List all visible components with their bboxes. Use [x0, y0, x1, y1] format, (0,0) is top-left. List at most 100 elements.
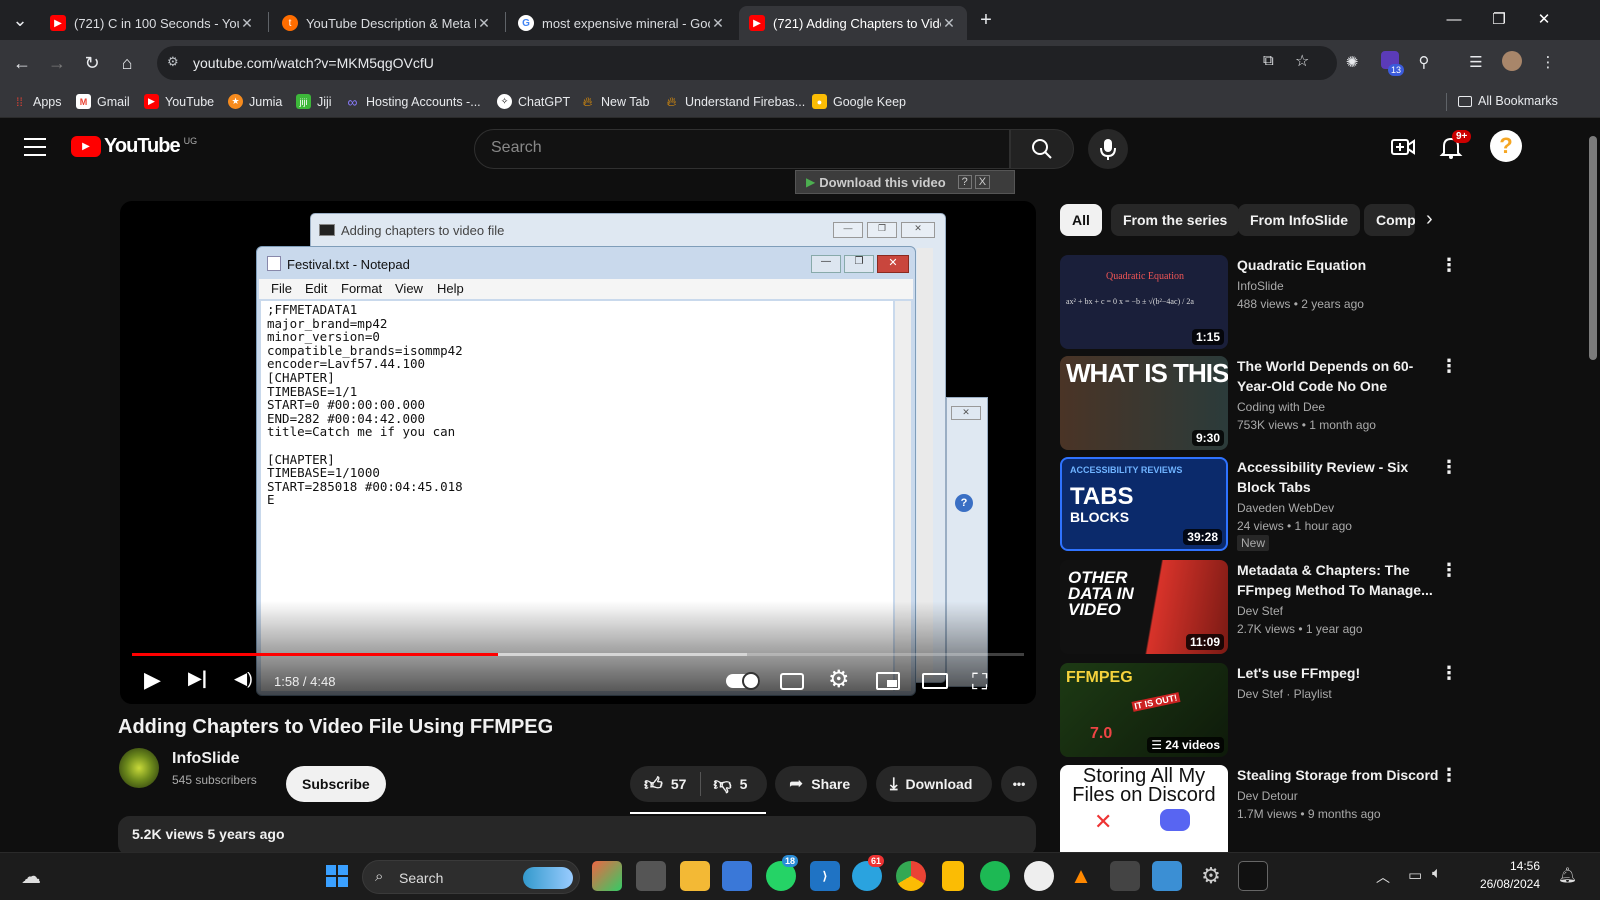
forward-icon[interactable]: →: [43, 49, 71, 77]
tab-adding-chapters[interactable]: ▶ (721) Adding Chapters to Video File ✕: [739, 6, 967, 40]
notepad-minimize-icon[interactable]: —: [811, 255, 841, 273]
tab-search-chevron-icon[interactable]: ⌄: [6, 6, 34, 34]
bookmark-hosting[interactable]: ∞ Hosting Accounts -...: [345, 94, 481, 110]
recommendation-item[interactable]: ACCESSIBILITY REVIEWS TABS BLOCKS 39:28 …: [1060, 457, 1520, 553]
chip-from-infoslide[interactable]: From InfoSlide: [1238, 204, 1360, 236]
channel-name[interactable]: InfoSlide: [172, 750, 240, 768]
minimize-icon[interactable]: —: [1432, 8, 1476, 32]
speaker-icon[interactable]: 🔈︎: [1432, 865, 1442, 883]
bookmark-apps[interactable]: ⁞⁞ Apps: [12, 94, 61, 109]
rec-channel[interactable]: Daveden WebDev: [1237, 501, 1334, 515]
chip-from-the-series[interactable]: From the series: [1111, 204, 1240, 236]
close-window-icon[interactable]: ✕: [1522, 8, 1566, 32]
more-vert-icon[interactable]: ⋮: [1440, 765, 1458, 786]
search-input[interactable]: [491, 139, 991, 157]
chrome-icon[interactable]: [896, 861, 926, 891]
recommendation-item[interactable]: WHAT IS THIS? 9:30 The World Depends on …: [1060, 356, 1520, 452]
copilot-icon[interactable]: [592, 861, 622, 891]
chip-comp[interactable]: Comp: [1364, 204, 1415, 236]
site-info-icon[interactable]: ⚙: [167, 54, 179, 70]
autoplay-toggle[interactable]: [726, 672, 760, 690]
restore-icon[interactable]: ❐: [1477, 8, 1521, 32]
more-vert-icon[interactable]: ⋮: [1440, 663, 1458, 684]
address-bar[interactable]: ⚙ youtube.com/watch?v=MKM5qgOVcfU ⧉ ☆: [157, 46, 1337, 80]
notepad-close-icon[interactable]: ✕: [877, 255, 909, 273]
menu-format[interactable]: Format: [341, 281, 382, 296]
notifications-bell-icon[interactable]: 9+: [1438, 130, 1472, 165]
calculator-icon[interactable]: [1110, 861, 1140, 891]
chrome-menu-icon[interactable]: ⋮: [1536, 51, 1560, 75]
more-vert-icon[interactable]: ⋮: [1440, 356, 1458, 377]
notification-bell-icon[interactable]: 🔔︎: [1558, 866, 1577, 884]
settings-gear-icon[interactable]: ⚙: [828, 665, 850, 694]
cmd-maximize-icon[interactable]: ❐: [867, 222, 897, 238]
subtitles-icon[interactable]: [780, 673, 804, 690]
bookmark-star-icon[interactable]: ☆: [1295, 51, 1309, 71]
thumbs-up-icon[interactable]: 👍︎: [644, 773, 663, 795]
account-avatar[interactable]: ?: [1490, 130, 1522, 162]
rec-channel[interactable]: Dev Stef: [1237, 604, 1283, 618]
video-player[interactable]: Adding chapters to video file — ❐ ✕ ✕ ? …: [120, 201, 1036, 704]
voice-search-button[interactable]: [1088, 129, 1128, 169]
rec-title[interactable]: Let's use FFmpeg!: [1237, 663, 1439, 683]
chatgpt-icon[interactable]: [1024, 861, 1054, 891]
microsoft-store-icon[interactable]: [722, 861, 752, 891]
recommendation-item[interactable]: Storing All My Files on Discord ✕ Steali…: [1060, 765, 1520, 852]
terminal-icon[interactable]: [1238, 861, 1268, 891]
more-actions-button[interactable]: •••: [1001, 766, 1037, 802]
chips-next-chevron-icon[interactable]: ›: [1426, 208, 1433, 231]
rec-title[interactable]: Stealing Storage from Discord: [1237, 765, 1439, 785]
menu-view[interactable]: View: [395, 281, 423, 296]
new-tab-button[interactable]: +: [972, 6, 1000, 34]
chip-all[interactable]: All: [1060, 204, 1102, 236]
scrollbar-thumb[interactable]: [1589, 136, 1597, 360]
volume-icon[interactable]: ◀): [234, 669, 253, 689]
taskbar-search[interactable]: ⌕ Search: [362, 860, 580, 894]
network-icon[interactable]: ▭: [1408, 866, 1422, 884]
theater-mode-icon[interactable]: [922, 673, 948, 689]
search-button[interactable]: [1010, 129, 1074, 169]
bookmark-gmail[interactable]: M Gmail: [76, 94, 130, 109]
weather-widget-icon[interactable]: ☁: [16, 861, 46, 891]
bookmark-jumia[interactable]: ★ Jumia: [228, 94, 282, 109]
tray-chevron-icon[interactable]: ︿: [1376, 867, 1390, 887]
tab-c-in-100-seconds[interactable]: ▶ (721) C in 100 Seconds - YouTube ✕: [40, 6, 265, 40]
keep-icon[interactable]: [942, 861, 964, 891]
file-explorer-icon[interactable]: [680, 861, 710, 891]
bookmark-firebase[interactable]: 🔥︎ Understand Firebas...: [664, 94, 805, 109]
tab-youtube-description[interactable]: t YouTube Description & Meta Data ✕: [272, 6, 502, 40]
rec-title[interactable]: The World Depends on 60-Year-Old Code No…: [1237, 356, 1439, 396]
settings-icon[interactable]: ⚙: [1196, 861, 1226, 891]
close-icon[interactable]: ✕: [710, 15, 726, 32]
fullscreen-icon[interactable]: ⛶: [972, 669, 987, 695]
vscode-icon[interactable]: ⟩: [810, 861, 840, 891]
telegram-icon[interactable]: 61: [852, 855, 885, 891]
page-scrollbar[interactable]: [1586, 122, 1600, 850]
create-video-icon[interactable]: [1390, 134, 1416, 165]
cmd-close-icon[interactable]: ✕: [901, 222, 935, 238]
close-icon[interactable]: ✕: [941, 15, 957, 32]
home-icon[interactable]: ⌂: [113, 49, 141, 77]
dislike-count[interactable]: 5: [740, 776, 748, 792]
rec-channel[interactable]: Coding with Dee: [1237, 400, 1325, 414]
download-helper-bar[interactable]: ▶ Download this video ? X: [795, 170, 1015, 194]
more-vert-icon[interactable]: ⋮: [1440, 255, 1458, 276]
dialog-close-icon[interactable]: ✕: [951, 406, 981, 420]
notepad-maximize-icon[interactable]: ❐: [844, 255, 874, 273]
progress-bar[interactable]: [132, 653, 1024, 656]
bookmark-google-keep[interactable]: ● Google Keep: [812, 94, 906, 109]
play-icon[interactable]: ▶: [144, 667, 161, 693]
vlc-icon[interactable]: ▲: [1066, 861, 1096, 891]
spotify-icon[interactable]: [980, 861, 1010, 891]
like-count[interactable]: 57: [671, 776, 687, 792]
all-bookmarks[interactable]: All Bookmarks: [1458, 94, 1558, 108]
channel-avatar[interactable]: [119, 748, 159, 788]
rec-title[interactable]: Quadratic Equation: [1237, 255, 1439, 275]
menu-help[interactable]: Help: [437, 281, 464, 296]
extensions-puzzle-icon[interactable]: ⚲: [1412, 51, 1436, 75]
task-view-icon[interactable]: [636, 861, 666, 891]
bookmark-chatgpt[interactable]: ✧ ChatGPT: [497, 94, 570, 109]
close-icon[interactable]: ✕: [239, 15, 255, 32]
subscribe-button[interactable]: Subscribe: [286, 766, 386, 802]
windows-start-icon[interactable]: [322, 861, 352, 891]
